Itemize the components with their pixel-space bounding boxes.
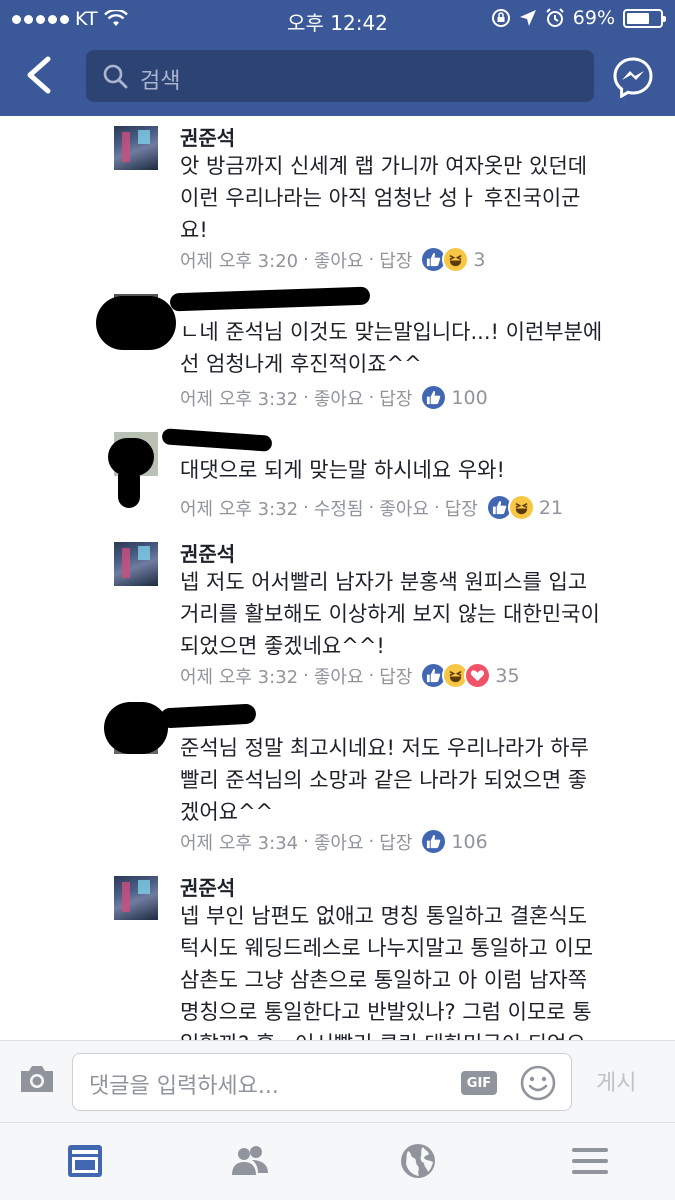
reaction-count: 106 <box>451 830 488 853</box>
like-link[interactable]: 좋아요 <box>314 663 364 689</box>
love-reaction-icon <box>464 662 492 689</box>
comment-text: 대댓으로 되게 맞는말 하시네요 우와! <box>180 458 505 482</box>
reply-link[interactable]: 답장 <box>379 247 412 273</box>
comment-input[interactable]: 댓글을 입력하세요... GIF <box>72 1053 572 1111</box>
comment-time: 어제 오후 3:32 <box>180 666 299 688</box>
messenger-icon[interactable] <box>612 56 654 98</box>
reactions-summary[interactable]: 100 <box>420 384 488 411</box>
separator-dot: · <box>368 497 375 518</box>
top-header: KT 오후 12:42 69% 검색 <box>0 0 675 116</box>
separator-dot: · <box>303 497 309 518</box>
haha-reaction-icon <box>442 246 470 273</box>
reply-link[interactable]: 답장 <box>379 663 412 689</box>
gif-button[interactable]: GIF <box>461 1071 497 1095</box>
globe-icon[interactable] <box>398 1141 438 1181</box>
redaction-mark <box>159 703 257 729</box>
redaction-mark <box>96 296 176 350</box>
separator-dot: · <box>368 665 375 686</box>
reaction-count: 21 <box>538 496 563 519</box>
like-reaction-icon <box>420 384 448 411</box>
avatar[interactable] <box>114 126 158 170</box>
redaction-mark <box>169 286 371 312</box>
search-icon <box>103 64 128 89</box>
reaction-count: 35 <box>495 664 520 687</box>
bottom-tab-bar <box>0 1122 675 1200</box>
menu-icon[interactable] <box>570 1141 610 1181</box>
separator-dot: · <box>303 387 309 408</box>
comment-meta: 어제 오후 3:32 · 좋아요 · 답장 100 <box>180 384 488 411</box>
reactions-summary[interactable]: 3 <box>420 246 485 273</box>
comment-text: 앗 방금까지 신세계 랩 가니까 여자옷만 있던데 이런 우리나라는 아직 엄청… <box>180 154 588 242</box>
reaction-count: 3 <box>473 248 486 271</box>
comment-text: 넵 부인 남편도 없애고 명칭 통일하고 결혼식도 턱시도 웨딩드레스로 나누지… <box>180 904 594 1040</box>
haha-reaction-icon <box>507 494 535 521</box>
comment-placeholder: 댓글을 입력하세요... <box>89 1074 279 1099</box>
search-placeholder: 검색 <box>140 69 181 94</box>
avatar[interactable] <box>114 542 158 586</box>
reply-link[interactable]: 답장 <box>379 385 412 411</box>
back-arrow-icon[interactable] <box>22 55 58 95</box>
comment-time: 어제 오후 3:20 <box>180 250 299 272</box>
comment-meta: 어제 오후 3:34 · 좋아요 · 답장 106 <box>180 828 488 855</box>
comment-meta: 어제 오후 3:20 · 좋아요 · 답장 3 <box>180 246 485 273</box>
comment-time: 어제 오후 3:32 <box>180 388 299 410</box>
redaction-mark <box>104 702 168 754</box>
comment-author[interactable]: 권준석 <box>180 538 235 567</box>
status-right: 69% <box>491 7 666 29</box>
separator-dot: · <box>368 831 375 852</box>
reactions-summary[interactable]: 21 <box>485 494 563 521</box>
post-button[interactable]: 게시 <box>596 1065 636 1097</box>
edited-label[interactable]: 수정됨 <box>314 495 364 521</box>
like-reaction-icon <box>420 828 448 855</box>
comment-meta: 어제 오후 3:32 · 좋아요 · 답장 35 <box>180 662 520 689</box>
battery-percent: 69% <box>572 7 615 29</box>
comment-author[interactable]: 권준석 <box>180 122 235 151</box>
smiley-icon[interactable] <box>519 1064 557 1102</box>
comment-time: 어제 오후 3:32 <box>180 498 299 520</box>
battery-icon <box>623 8 666 28</box>
friends-icon[interactable] <box>230 1141 270 1181</box>
comment-author[interactable]: 권준석 <box>180 872 235 901</box>
search-bar[interactable]: 검색 <box>86 50 594 102</box>
alarm-icon <box>546 8 564 27</box>
status-bar: KT 오후 12:42 69% <box>0 0 675 38</box>
separator-dot: · <box>303 831 309 852</box>
comment-text: 넵 저도 어서빨리 남자가 분홍색 원피스를 입고 거리를 활보해도 이상하게 … <box>180 570 600 658</box>
redaction-mark <box>161 428 273 452</box>
camera-icon[interactable] <box>18 1063 56 1095</box>
separator-dot: · <box>303 249 309 270</box>
avatar[interactable] <box>114 876 158 920</box>
like-link[interactable]: 좋아요 <box>314 385 364 411</box>
redaction-mark <box>118 466 140 508</box>
battery-fill <box>627 12 649 24</box>
like-link[interactable]: 좋아요 <box>314 247 364 273</box>
rotation-lock-icon <box>491 9 510 27</box>
location-icon <box>519 10 536 26</box>
reaction-count: 100 <box>451 386 488 409</box>
comment-meta: 어제 오후 3:32 · 수정됨 · 좋아요 · 답장 21 <box>180 494 563 521</box>
separator-dot: · <box>433 497 440 518</box>
separator-dot: · <box>368 387 375 408</box>
comment-text: 준석님 정말 최고시네요! 저도 우리나라가 하루 빨리 준석님의 소망과 같은… <box>180 736 589 824</box>
reply-link[interactable]: 답장 <box>379 829 412 855</box>
reactions-summary[interactable]: 106 <box>420 828 488 855</box>
separator-dot: · <box>368 249 375 270</box>
like-link[interactable]: 좋아요 <box>379 495 429 521</box>
like-link[interactable]: 좋아요 <box>314 829 364 855</box>
comment-composer: 댓글을 입력하세요... GIF 게시 <box>0 1040 675 1122</box>
comment-thread: 권준석 앗 방금까지 신세계 랩 가니까 여자옷만 있던데 이런 우리나라는 아… <box>0 116 675 1040</box>
comment-text: ㄴ네 준석님 이것도 맞는말입니다...! 이런부분에 선 엄청나게 후진적이죠… <box>180 320 603 376</box>
reply-link[interactable]: 답장 <box>445 495 478 521</box>
news-feed-icon[interactable] <box>66 1141 106 1181</box>
separator-dot: · <box>303 665 309 686</box>
comment-time: 어제 오후 3:34 <box>180 832 299 854</box>
reactions-summary[interactable]: 35 <box>420 662 520 689</box>
